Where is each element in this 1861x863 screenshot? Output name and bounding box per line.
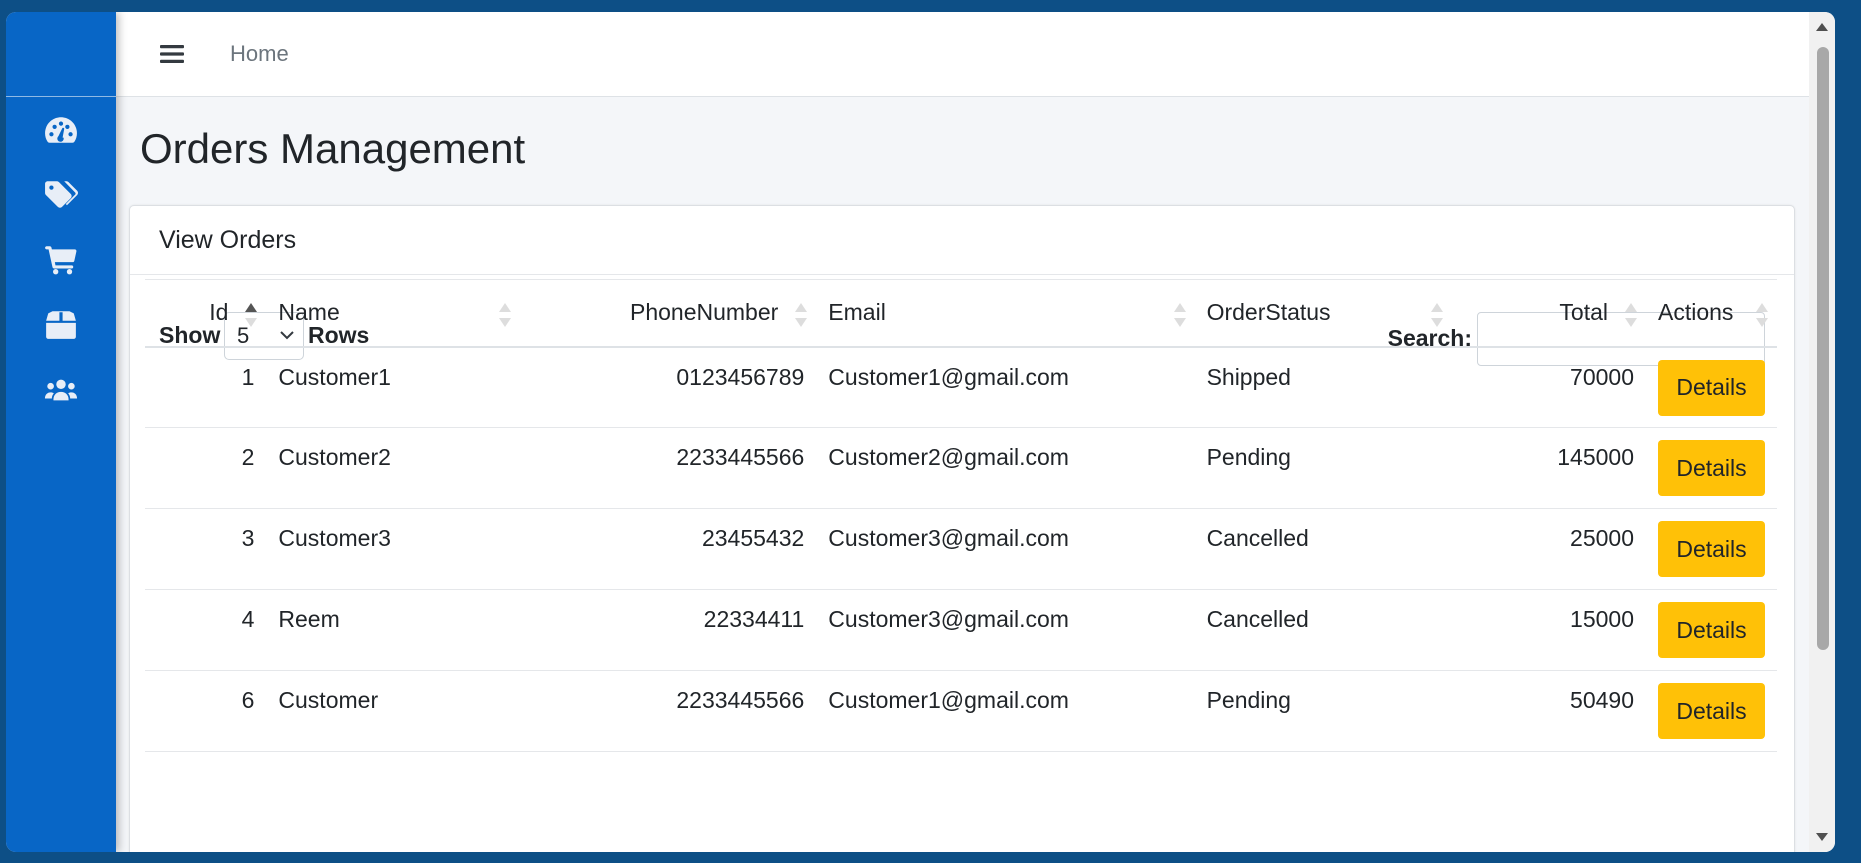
sidebar-brand [6,12,116,97]
home-link[interactable]: Home [230,41,289,67]
cell-email: Customer3@gmail.com [828,525,1069,551]
details-button[interactable]: Details [1658,521,1765,577]
orders-table: Id Name PhoneNumber Email OrderStatus To… [145,279,1777,752]
sidebar-item-tags[interactable] [6,162,116,227]
details-button[interactable]: Details [1658,440,1765,496]
column-header-label: Id [209,299,229,326]
cell-phone: 0123456789 [676,363,805,390]
cell-status: Pending [1206,687,1291,713]
cell-id: 1 [241,363,255,390]
sidebar-item-orders[interactable] [6,227,116,292]
cell-total: 25000 [1570,525,1634,551]
table-header-row: Id Name PhoneNumber Email OrderStatus To… [145,279,1777,348]
card-header: View Orders [130,206,1794,275]
column-header-actions[interactable]: Actions [1646,279,1777,348]
sort-icon [498,303,511,327]
details-button[interactable]: Details [1658,602,1765,658]
table-row: 3 Customer3 23455432 Customer3@gmail.com… [145,509,1777,590]
cell-phone: 2233445566 [676,687,805,713]
tags-icon [45,180,78,208]
cell-email: Customer1@gmail.com [828,687,1069,713]
page-title: Orders Management [140,125,526,172]
column-header-phone[interactable]: PhoneNumber [519,279,817,348]
column-header-label: OrderStatus [1206,299,1331,326]
dashboard-icon [45,116,77,143]
main-content: Orders Management View Orders Show 5 Row… [116,97,1809,852]
hamburger-icon [160,45,184,63]
cell-actions: Details [1646,428,1777,509]
cell-status: Cancelled [1206,606,1309,632]
cell-name: Customer2 [278,444,391,470]
cell-total: 145000 [1557,444,1634,470]
cell-id: 4 [241,606,255,632]
column-header-label: PhoneNumber [629,299,779,326]
cell-status: Pending [1206,444,1291,470]
box-icon [46,310,76,339]
cart-icon [45,245,77,274]
browser-window: Home Orders Management View Orders Show … [6,12,1835,852]
cell-actions: Details [1646,671,1777,752]
sort-icon [1173,303,1186,327]
cell-id: 2 [241,444,255,470]
cell-name: Reem [278,606,340,632]
table-row: 1 Customer1 0123456789 Customer1@gmail.c… [145,347,1777,428]
sidebar-item-users[interactable] [6,357,116,422]
sort-asc-icon [245,303,258,327]
cell-total: 50490 [1570,687,1634,713]
cell-phone: 23455432 [701,525,805,551]
column-header-email[interactable]: Email [816,279,1195,348]
vertical-scrollbar[interactable] [1809,12,1835,852]
cell-actions: Details [1646,509,1777,590]
cell-email: Customer1@gmail.com [828,363,1069,390]
cell-name: Customer [278,687,379,713]
table-row: 4 Reem 22334411 Customer3@gmail.com Canc… [145,590,1777,671]
scroll-up-arrow-icon[interactable] [1815,20,1829,34]
cell-email: Customer2@gmail.com [828,444,1069,470]
details-button[interactable]: Details [1658,359,1765,416]
cell-phone: 22334411 [703,606,805,632]
cell-id: 6 [241,687,255,713]
menu-toggle-button[interactable] [154,36,190,72]
details-button[interactable]: Details [1658,683,1765,739]
top-navbar: Home [116,12,1809,97]
cell-total: 15000 [1570,606,1634,632]
column-header-name[interactable]: Name [266,279,520,348]
column-header-label: Name [278,299,340,326]
column-header-total[interactable]: Total [1451,279,1646,348]
users-icon [44,379,78,400]
table-row: 2 Customer2 2233445566 Customer2@gmail.c… [145,428,1777,509]
column-header-id[interactable]: Id [145,279,267,348]
cell-total: 70000 [1570,363,1634,390]
cell-name: Customer1 [278,363,391,390]
cell-phone: 2233445566 [676,444,805,470]
sort-icon [795,303,808,327]
cell-email: Customer3@gmail.com [828,606,1069,632]
sidebar [6,12,116,852]
scrollbar-thumb[interactable] [1817,47,1829,650]
column-header-order-status[interactable]: OrderStatus [1194,279,1452,348]
scroll-down-arrow-icon[interactable] [1815,830,1829,844]
table-row: 6 Customer 2233445566 Customer1@gmail.co… [145,671,1777,752]
sort-icon [1625,303,1637,327]
cell-id: 3 [241,525,255,551]
sort-icon [1430,303,1443,327]
sidebar-item-dashboard[interactable] [6,97,116,162]
cell-status: Shipped [1206,363,1291,390]
cell-actions: Details [1646,590,1777,671]
cell-actions: Details [1646,347,1777,428]
column-header-label: Actions [1658,299,1734,326]
cell-name: Customer3 [278,525,391,551]
cell-status: Cancelled [1206,525,1309,551]
sidebar-item-products[interactable] [6,292,116,357]
column-header-label: Total [1559,299,1608,326]
column-header-label: Email [828,299,886,326]
sort-icon [1756,303,1768,327]
